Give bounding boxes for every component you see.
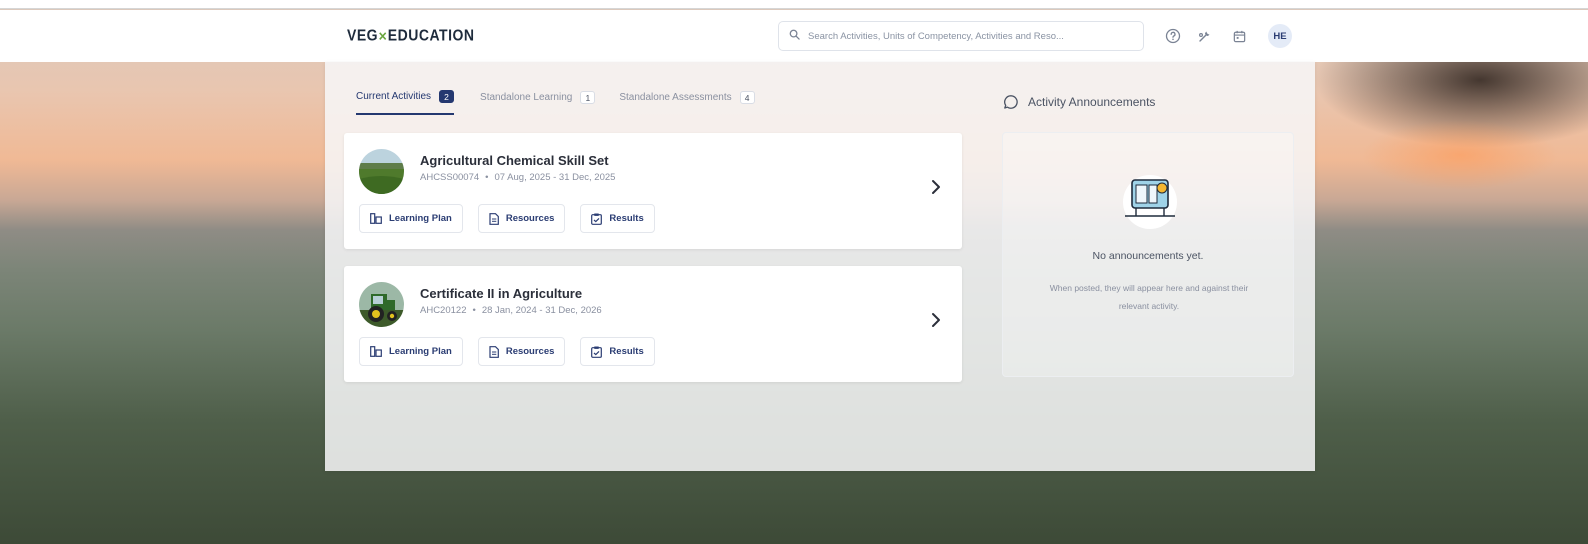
tab-count-badge: 2 (439, 90, 455, 103)
empty-state-title: No announcements yet. (1092, 250, 1204, 262)
browser-top-strip (0, 0, 1588, 9)
resources-button[interactable]: Resources (477, 204, 566, 233)
announcements-illustration-icon (1123, 175, 1177, 229)
activity-dates: 28 Jan, 2024 - 31 Dec, 2026 (481, 305, 602, 316)
activity-code: AHCSS00074 (420, 172, 480, 183)
learning-plan-button[interactable]: Learning Plan (359, 204, 463, 233)
button-label: Resources (505, 213, 555, 224)
activity-meta: AHCSS00074 • 07 Aug, 2025 - 31 Dec, 2025 (420, 172, 615, 183)
activity-tabs: Current Activities 2 Standalone Learning… (356, 90, 755, 115)
results-button[interactable]: Results (580, 204, 655, 233)
chevron-right-icon[interactable] (930, 179, 942, 195)
button-label: Results (609, 346, 644, 357)
clipboard-icon (591, 213, 603, 225)
results-button[interactable]: Results (580, 337, 655, 366)
empty-state-description: When posted, they will appear here and a… (1049, 283, 1249, 311)
activity-thumbnail-tractor (359, 282, 404, 327)
top-header: VEG✕EDUCATION HE (0, 10, 1588, 62)
clipboard-icon (591, 346, 603, 358)
button-label: Learning Plan (389, 346, 452, 357)
logo-text-right: EDUCATION (387, 26, 475, 44)
activity-thumbnail-field (359, 149, 404, 194)
announcements-header: Activity Announcements (1003, 94, 1155, 110)
announcements-empty-state: No announcements yet. When posted, they … (1002, 132, 1294, 377)
tab-count-badge: 1 (580, 91, 596, 104)
activity-card[interactable]: Agricultural Chemical Skill Set AHCSS000… (344, 133, 962, 249)
activity-title[interactable]: Agricultural Chemical Skill Set (420, 153, 609, 168)
activity-dates: 07 Aug, 2025 - 31 Dec, 2025 (494, 172, 616, 183)
learning-plan-icon (370, 213, 382, 224)
learning-plan-icon (370, 346, 382, 357)
document-icon (489, 345, 499, 358)
button-label: Results (609, 213, 644, 224)
chevron-right-icon[interactable] (930, 312, 942, 328)
document-icon (489, 212, 499, 225)
tab-standalone-assessments[interactable]: Standalone Assessments 4 (619, 90, 755, 115)
learning-plan-button[interactable]: Learning Plan (359, 337, 463, 366)
tools-icon[interactable] (1195, 26, 1215, 46)
brand-logo[interactable]: VEG✕EDUCATION (347, 26, 474, 44)
activity-actions: Learning Plan Resources Results (359, 337, 655, 366)
resources-button[interactable]: Resources (477, 337, 566, 366)
meta-separator: • (485, 172, 489, 183)
announcements-heading: Activity Announcements (1028, 95, 1156, 109)
activity-meta: AHC20122 • 28 Jan, 2024 - 31 Dec, 2026 (420, 305, 602, 316)
tab-label: Current Activities (356, 91, 432, 102)
user-avatar[interactable]: HE (1268, 24, 1292, 48)
tab-label: Standalone Assessments (619, 92, 732, 103)
logo-mark: ✕ (378, 30, 388, 44)
search-input[interactable] (808, 30, 1128, 42)
activity-actions: Learning Plan Resources Results (359, 204, 655, 233)
activity-card[interactable]: Certificate II in Agriculture AHC20122 • 2… (344, 266, 962, 382)
calendar-icon[interactable] (1229, 26, 1249, 46)
activity-code: AHC20122 (420, 305, 467, 316)
main-panel: Current Activities 2 Standalone Learning… (325, 62, 1315, 471)
button-label: Learning Plan (389, 213, 452, 224)
search-icon (789, 27, 800, 45)
tab-label: Standalone Learning (480, 92, 573, 103)
logo-text-left: VEG (347, 26, 379, 44)
search-bar[interactable] (778, 21, 1144, 51)
activity-title[interactable]: Certificate II in Agriculture (420, 286, 582, 301)
meta-separator: • (472, 305, 476, 316)
tab-current-activities[interactable]: Current Activities 2 (356, 90, 455, 115)
help-icon[interactable] (1163, 26, 1183, 46)
button-label: Resources (505, 346, 555, 357)
tab-count-badge: 4 (739, 91, 755, 104)
tab-standalone-learning[interactable]: Standalone Learning 1 (480, 90, 596, 115)
chat-bubble-icon (1004, 95, 1018, 109)
